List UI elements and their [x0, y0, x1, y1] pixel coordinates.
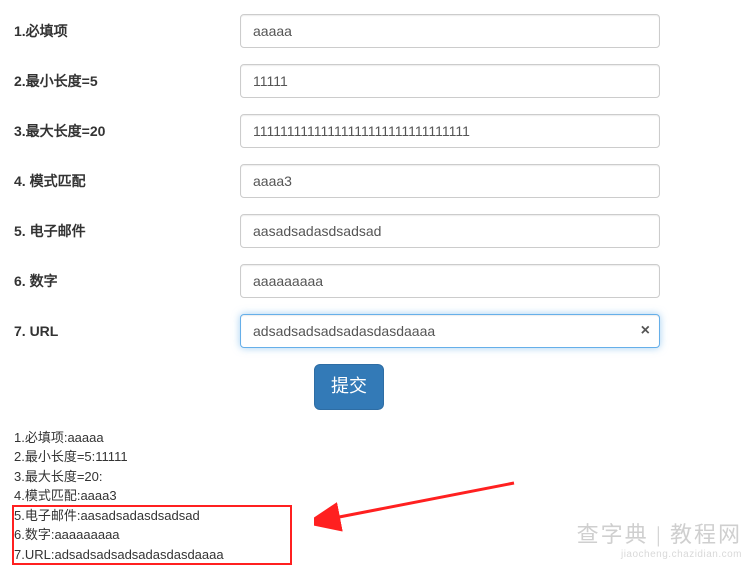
label-email: 5. 电子邮件 — [14, 221, 240, 241]
form-row-number: 6. 数字 — [14, 264, 752, 298]
output-line-2: 2.最小长度=5:11111 — [14, 447, 752, 467]
output-container: 1.必填项:aaaaa 2.最小长度=5:11111 3.最大长度=20: 4.… — [0, 428, 752, 565]
label-required: 1.必填项 — [14, 21, 240, 41]
form-row-minlength: 2.最小长度=5 — [14, 64, 752, 98]
label-minlength: 2.最小长度=5 — [14, 71, 240, 91]
form-row-email: 5. 电子邮件 — [14, 214, 752, 248]
submit-button[interactable]: 提交 — [314, 364, 384, 410]
label-number: 6. 数字 — [14, 271, 240, 291]
output-line-5: 5.电子邮件:aasadsadasdsadsad — [14, 506, 752, 526]
maxlength-input[interactable] — [240, 114, 660, 148]
form-container: 1.必填项 2.最小长度=5 3.最大长度=20 4. 模式匹配 5. 电子邮件… — [0, 0, 752, 410]
output-line-7: 7.URL:adsadsadsadsadasdasdaaaa — [14, 545, 752, 565]
required-input[interactable] — [240, 14, 660, 48]
submit-row: 提交 — [314, 364, 752, 410]
minlength-input[interactable] — [240, 64, 660, 98]
label-pattern: 4. 模式匹配 — [14, 171, 240, 191]
output-line-4: 4.模式匹配:aaaa3 — [14, 486, 752, 506]
clear-icon[interactable]: × — [641, 322, 650, 340]
pattern-input[interactable] — [240, 164, 660, 198]
url-input[interactable] — [240, 314, 660, 348]
label-maxlength: 3.最大长度=20 — [14, 121, 240, 141]
output-line-6: 6.数字:aaaaaaaaa — [14, 525, 752, 545]
label-url: 7. URL — [14, 323, 240, 339]
output-line-1: 1.必填项:aaaaa — [14, 428, 752, 448]
email-input[interactable] — [240, 214, 660, 248]
form-row-pattern: 4. 模式匹配 — [14, 164, 752, 198]
number-input[interactable] — [240, 264, 660, 298]
output-line-3: 3.最大长度=20: — [14, 467, 752, 487]
form-row-url: 7. URL × — [14, 314, 752, 348]
form-row-required: 1.必填项 — [14, 14, 752, 48]
form-row-maxlength: 3.最大长度=20 — [14, 114, 752, 148]
